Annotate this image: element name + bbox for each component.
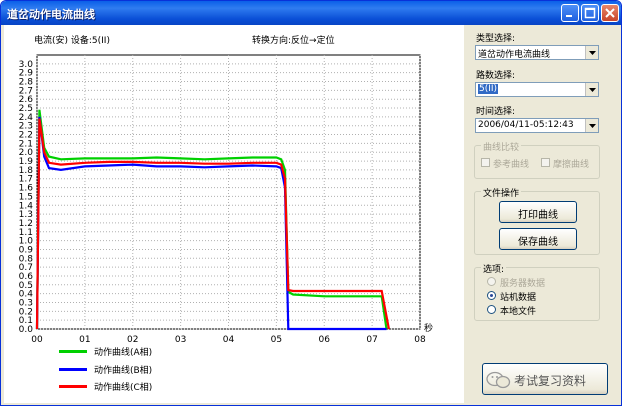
compare-group: 曲线比较 参考曲线 摩擦曲线 bbox=[474, 140, 600, 179]
plot-frame bbox=[36, 54, 421, 330]
print-curve-button[interactable]: 打印曲线 bbox=[499, 201, 577, 223]
maximize-icon bbox=[584, 7, 596, 19]
x-tick-label: 07 bbox=[366, 335, 377, 345]
local-file-radio[interactable] bbox=[487, 305, 496, 314]
close-icon bbox=[605, 8, 615, 18]
x-tick-label: 00 bbox=[31, 335, 43, 345]
client-area: 电流(安) 设备:5(II) 转换方向:反位→定位 3.0 2.9 2.8 2.7 2.… bbox=[4, 25, 618, 404]
current-chart: 电流(安) 设备:5(II) 转换方向:反位→定位 3.0 2.9 2.8 2.7 2.… bbox=[4, 25, 464, 403]
control-panel: 类型选择: 道岔动作电流曲线 路数选择: 5(II) 时间选择: 2006/04… bbox=[464, 25, 618, 404]
legend-swatch-c bbox=[59, 385, 87, 388]
x-unit-label: 秒 bbox=[424, 324, 434, 334]
chevron-down-icon[interactable] bbox=[585, 119, 598, 132]
legend-label-b: 动作曲线(B相) bbox=[94, 366, 153, 376]
close-button[interactable] bbox=[601, 4, 619, 22]
station-data-label: 站机数据 bbox=[500, 293, 537, 303]
type-select[interactable]: 道岔动作电流曲线 bbox=[475, 45, 599, 60]
minimize-icon bbox=[566, 15, 572, 17]
friction-curve-checkbox[interactable] bbox=[541, 158, 550, 167]
legend-swatch-b bbox=[59, 368, 87, 371]
time-label: 时间选择: bbox=[476, 107, 516, 117]
type-label: 类型选择: bbox=[476, 34, 516, 44]
save-curve-label: 保存曲线 bbox=[518, 237, 558, 248]
print-curve-label: 打印曲线 bbox=[518, 210, 558, 221]
options-group-title: 选项: bbox=[481, 262, 507, 275]
window-title: 道岔动作电流曲线 bbox=[7, 8, 95, 21]
legend-label-a: 动作曲线(A相) bbox=[94, 348, 153, 358]
time-select[interactable]: 2006/04/11-05:12:43 bbox=[475, 118, 599, 133]
chevron-down-icon[interactable] bbox=[585, 46, 598, 59]
file-ops-group-title: 文件操作 bbox=[481, 186, 522, 199]
route-label: 路数选择: bbox=[476, 71, 516, 81]
time-select-value: 2006/04/11-05:12:43 bbox=[478, 120, 574, 130]
x-tick-label: 02 bbox=[127, 335, 138, 345]
maximize-button[interactable] bbox=[581, 4, 599, 22]
save-curve-button[interactable]: 保存曲线 bbox=[499, 228, 577, 250]
station-data-radio[interactable] bbox=[487, 291, 496, 300]
chevron-down-icon[interactable] bbox=[585, 83, 598, 96]
x-tick-label: 01 bbox=[79, 335, 90, 345]
route-select-value: 5(II) bbox=[478, 84, 499, 94]
legend-label-c: 动作曲线(C相) bbox=[94, 383, 153, 393]
file-ops-group: 文件操作 打印曲线 保存曲线 bbox=[474, 186, 600, 255]
compare-group-title: 曲线比较 bbox=[481, 140, 522, 153]
app-window: 道岔动作电流曲线 电流(安) 设备:5(II) 转换方向:反位→定位 3.0 2.… bbox=[0, 0, 622, 406]
y-tick-label: 0.0 bbox=[19, 325, 34, 335]
server-data-radio[interactable] bbox=[487, 277, 496, 286]
wechat-icon bbox=[486, 371, 512, 392]
x-tick-label: 05 bbox=[271, 335, 282, 345]
x-tick-label: 06 bbox=[319, 335, 331, 345]
reference-curve-checkbox[interactable] bbox=[481, 158, 490, 167]
local-file-label: 本地文件 bbox=[500, 307, 537, 317]
watermark-text: 考试复习资料 bbox=[514, 374, 587, 388]
minimize-button[interactable] bbox=[561, 4, 579, 22]
route-select[interactable]: 5(II) bbox=[475, 82, 599, 97]
legend-swatch-a bbox=[59, 350, 87, 353]
options-group: 选项: 服务器数据 站机数据 本地文件 bbox=[474, 262, 600, 321]
x-tick-label: 03 bbox=[175, 335, 186, 345]
chart-plot: 3.02.92.82.72.62.52.42.32.22.12.01.91.81… bbox=[19, 54, 426, 345]
title-bar[interactable]: 道岔动作电流曲线 bbox=[1, 1, 621, 25]
x-tick-label: 04 bbox=[223, 335, 235, 345]
friction-curve-label: 摩擦曲线 bbox=[553, 160, 590, 170]
reference-curve-label: 参考曲线 bbox=[493, 160, 530, 170]
server-data-label: 服务器数据 bbox=[500, 279, 546, 289]
type-select-value: 道岔动作电流曲线 bbox=[478, 50, 551, 60]
x-tick-label: 08 bbox=[414, 335, 426, 345]
